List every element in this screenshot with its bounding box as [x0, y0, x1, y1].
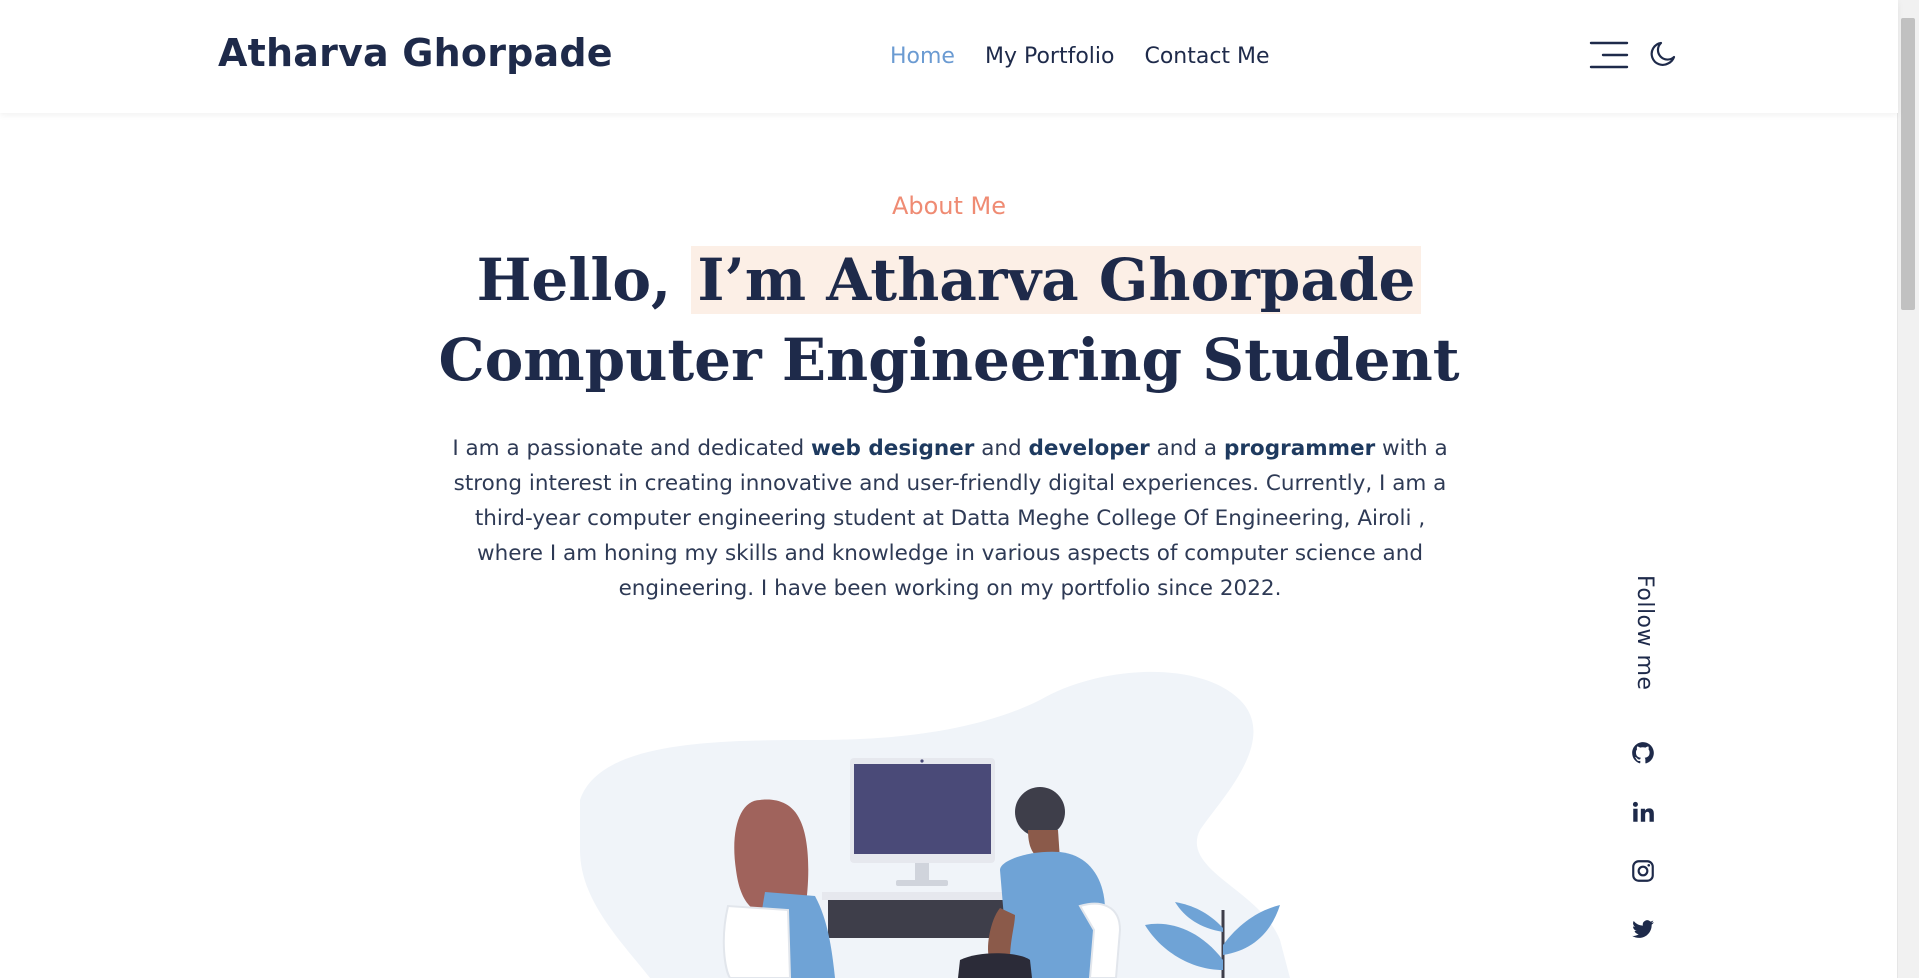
headline-role: Computer Engineering Student — [438, 326, 1460, 394]
section-eyebrow: About Me — [891, 192, 1007, 220]
bio-keyword: programmer — [1223, 436, 1376, 461]
linkedin-icon[interactable] — [1630, 799, 1656, 825]
hamburger-menu-icon[interactable] — [1589, 39, 1629, 71]
main-nav: Home My Portfolio Contact Me — [890, 44, 1270, 69]
github-icon[interactable] — [1630, 740, 1656, 766]
bio-text: and a — [1149, 436, 1224, 461]
bio-keyword: developer — [1028, 436, 1150, 461]
bio-keyword: web designer — [811, 436, 975, 461]
headline-name-highlight: I’m Atharva Ghorpade — [691, 246, 1422, 314]
hero-illustration — [560, 660, 1340, 978]
site-header: Atharva Ghorpade Home My Portfolio Conta… — [0, 0, 1898, 113]
follow-label: Follow me — [1632, 575, 1657, 691]
bio-text: I am a passionate and dedicated — [452, 436, 812, 461]
bio-paragraph: I am a passionate and dedicated web desi… — [445, 431, 1455, 606]
instagram-icon[interactable] — [1630, 858, 1656, 884]
moon-icon[interactable] — [1648, 39, 1678, 69]
nav-portfolio-link[interactable]: My Portfolio — [985, 44, 1115, 69]
page-scrollbar[interactable] — [1897, 0, 1919, 978]
nav-contact-link[interactable]: Contact Me — [1144, 44, 1269, 69]
bio-text: and — [974, 436, 1029, 461]
page: Atharva Ghorpade Home My Portfolio Conta… — [0, 0, 1919, 978]
hero-headline: Hello, I’m Atharva Ghorpade Computer Eng… — [0, 240, 1898, 400]
scrollbar-thumb[interactable] — [1901, 18, 1915, 310]
nav-home-link[interactable]: Home — [890, 44, 955, 69]
twitter-icon[interactable] — [1630, 916, 1656, 942]
follow-sidebar: Follow me — [1620, 575, 1664, 695]
headline-greeting: Hello, — [476, 246, 692, 314]
brand-name[interactable]: Atharva Ghorpade — [218, 31, 613, 75]
